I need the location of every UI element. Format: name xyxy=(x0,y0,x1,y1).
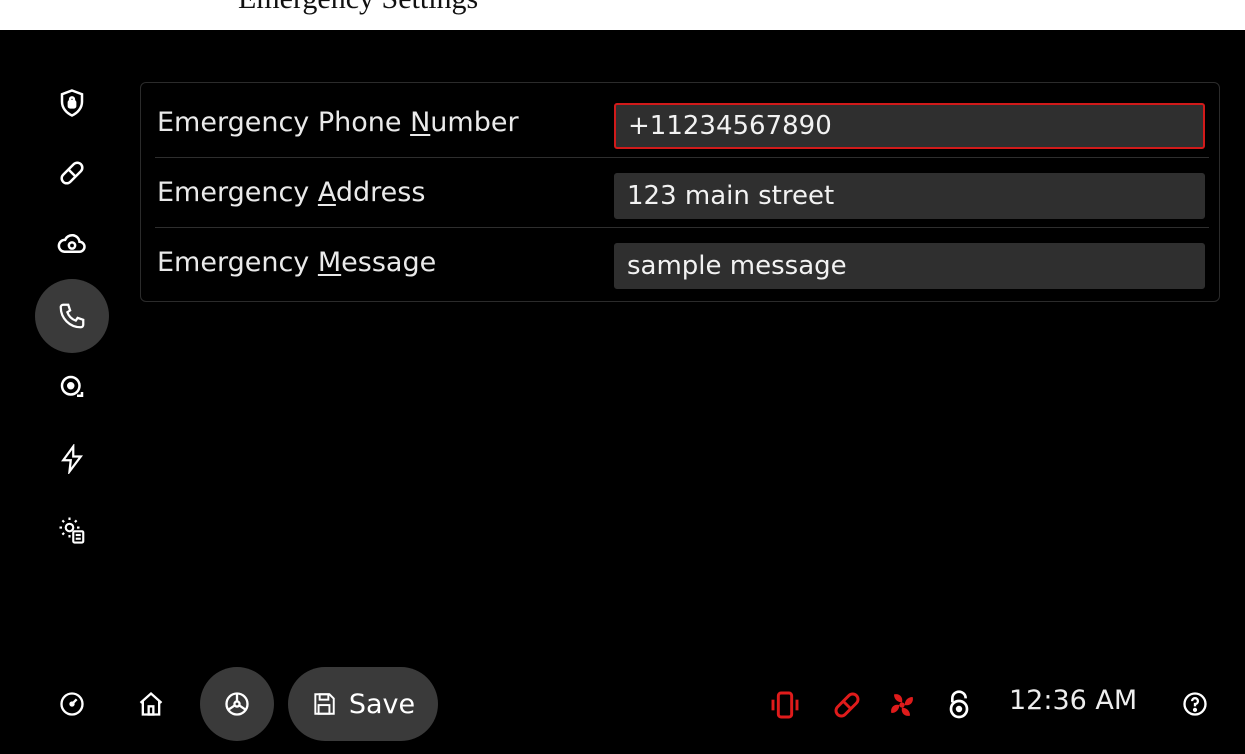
phone-number-label: Emergency Phone Number xyxy=(157,107,519,138)
sidebar-item-emergency[interactable] xyxy=(35,279,109,353)
address-label: Emergency Address xyxy=(157,177,426,208)
phone-number-input[interactable] xyxy=(614,103,1205,149)
home-button[interactable] xyxy=(114,667,188,741)
message-input[interactable] xyxy=(614,243,1205,289)
row-message: Emergency Message xyxy=(155,228,1209,298)
sidebar-item-medication[interactable] xyxy=(35,136,109,210)
app-stage: Emergency Phone Number Emergency Address… xyxy=(9,30,1245,754)
floppy-disk-icon xyxy=(314,693,335,715)
phone-icon xyxy=(59,303,85,329)
steering-button[interactable] xyxy=(200,667,274,741)
fan-icon xyxy=(891,694,913,716)
emergency-settings-panel: Emergency Phone Number Emergency Address… xyxy=(140,82,1220,302)
sidebar-item-power[interactable] xyxy=(35,422,109,496)
vibration-icon xyxy=(771,691,799,719)
row-phone-number: Emergency Phone Number xyxy=(155,88,1209,158)
save-button[interactable]: Save xyxy=(288,667,438,741)
sidebar-item-system[interactable] xyxy=(35,493,109,567)
sidebar-item-alarm[interactable] xyxy=(35,350,109,424)
dashboard-button[interactable] xyxy=(35,667,109,741)
pill-icon xyxy=(834,692,860,718)
gauge-icon xyxy=(60,692,84,716)
home-icon xyxy=(139,691,163,716)
gear-document-icon xyxy=(59,517,85,544)
clock: 12:36 AM xyxy=(1009,685,1138,716)
window-top-strip: Emergency Settings xyxy=(0,0,1245,30)
message-label: Emergency Message xyxy=(157,247,437,278)
shield-lock-icon xyxy=(60,89,84,117)
save-label: Save xyxy=(348,688,416,720)
row-address: Emergency Address xyxy=(155,158,1209,228)
help-button[interactable] xyxy=(1165,667,1225,741)
help-icon xyxy=(1183,692,1207,716)
lightning-icon xyxy=(61,444,83,474)
cloud-sync-icon xyxy=(57,233,86,253)
unlock-icon xyxy=(949,690,969,719)
steering-wheel-icon xyxy=(225,692,249,716)
window-caption: Emergency Settings xyxy=(238,0,478,16)
address-input[interactable] xyxy=(614,173,1205,219)
pill-icon xyxy=(60,161,84,185)
alarm-bell-icon xyxy=(60,375,84,397)
sidebar-item-security[interactable] xyxy=(35,66,109,140)
sidebar-item-cloud[interactable] xyxy=(35,206,109,280)
bottom-bar: Save 12:36 AM xyxy=(9,667,1245,741)
